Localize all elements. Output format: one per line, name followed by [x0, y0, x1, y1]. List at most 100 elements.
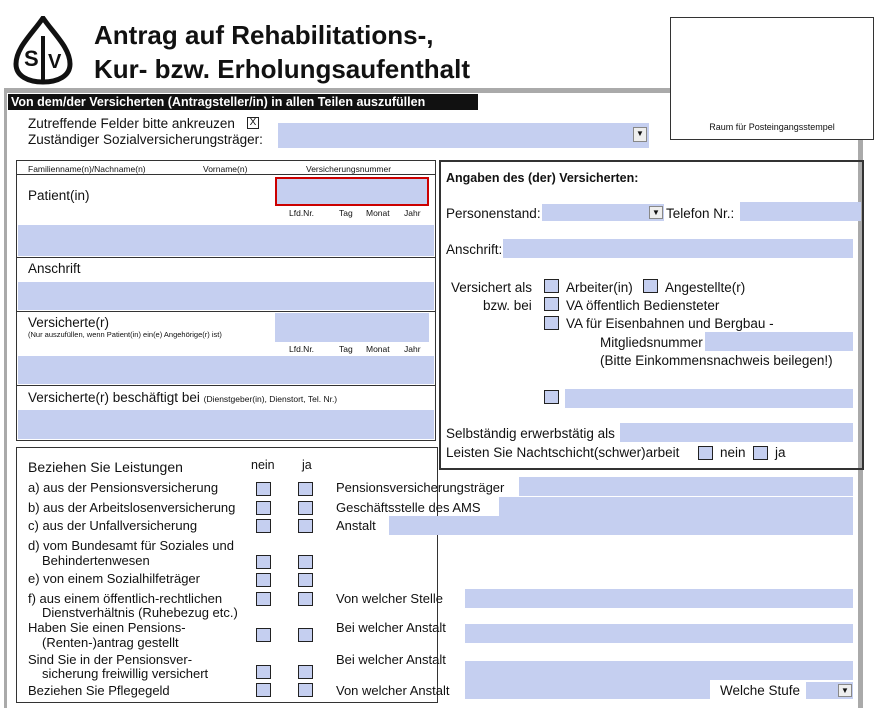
benefit-ja-checkbox[interactable]	[298, 665, 313, 679]
benefit-right-field[interactable]	[499, 497, 853, 516]
employer-field[interactable]	[18, 410, 434, 439]
benefit-right-label: Bei welcher Anstalt	[336, 652, 446, 667]
einkommen-note: (Bitte Einkommensnachweis beilegen!)	[600, 353, 833, 368]
benefit-row-label: b) aus der Arbeitslosenversicherung	[28, 500, 236, 515]
benefit-nein-checkbox[interactable]	[256, 482, 271, 496]
employed-label: Versicherte(r) beschäftigt bei (Dienstge…	[28, 390, 337, 405]
benefit-right-label: Pensionsversicherungsträger	[336, 480, 505, 495]
benefit-row-label-cont: Behindertenwesen	[42, 553, 150, 568]
stufe-label: Welche Stufe	[720, 683, 801, 698]
mitglied-field[interactable]	[705, 332, 853, 351]
chevron-down-icon[interactable]: ▼	[633, 127, 647, 142]
patient-svn-field[interactable]	[275, 177, 429, 206]
benefit-right-field[interactable]	[465, 680, 710, 699]
versichert-als-label: Versichert als	[451, 280, 533, 295]
benefits-heading: Beziehen Sie Leistungen	[28, 459, 183, 475]
patient-lfd-label: Lfd.Nr.	[289, 208, 315, 218]
benefit-row-label: f) aus einem öffentlich-rechtlichen	[28, 591, 223, 606]
benefits-ja-header: ja	[302, 458, 312, 472]
insurer-select[interactable]: ▼	[278, 123, 649, 148]
benefit-ja-checkbox[interactable]	[298, 573, 313, 587]
employed-label-text: Versicherte(r) beschäftigt bei	[28, 390, 200, 405]
versicherte-note: (Nur auszufüllen, wenn Patient(in) ein(e…	[28, 330, 222, 339]
page-title-line2: Kur- bzw. Erholungsaufenthalt	[94, 54, 471, 84]
col-svn-header: Versicherungsnummer	[306, 164, 392, 174]
benefit-nein-checkbox[interactable]	[256, 555, 271, 569]
benefit-ja-checkbox[interactable]	[298, 482, 313, 496]
stufe-select[interactable]: ▼	[806, 682, 853, 699]
benefit-ja-checkbox[interactable]	[298, 628, 313, 642]
logo-icon: S V	[12, 13, 74, 86]
benefit-right-field[interactable]	[519, 477, 853, 496]
versicherte-jahr-label: Jahr	[404, 344, 421, 354]
versicherte-name-field[interactable]	[18, 356, 434, 384]
personenstand-label: Personenstand:	[446, 206, 541, 221]
divider	[17, 311, 435, 312]
arbeiter-checkbox[interactable]	[544, 279, 559, 293]
va-oeff-checkbox[interactable]	[544, 297, 559, 311]
benefit-row-label-cont: (Renten-)antrag gestellt	[42, 635, 179, 650]
telefon-label: Telefon Nr.:	[666, 206, 735, 221]
benefit-ja-checkbox[interactable]	[298, 592, 313, 606]
benefit-right-field[interactable]	[389, 516, 853, 535]
benefit-right-label: Von welcher Stelle	[336, 591, 443, 606]
benefit-row-label: d) vom Bundesamt für Soziales und	[28, 538, 234, 553]
benefit-right-field[interactable]	[465, 624, 853, 643]
benefit-ja-checkbox[interactable]	[298, 683, 313, 697]
check-hint-box: X	[247, 117, 259, 129]
versicherte-monat-label: Monat	[366, 344, 390, 354]
stamp-box: Raum für Posteingangsstempel	[670, 17, 874, 140]
col-vorname-header: Vorname(n)	[203, 164, 248, 174]
banner: Von dem/der Versicherten (Antragsteller/…	[8, 94, 478, 110]
benefit-row-label-cont: sicherung freiwillig versichert	[42, 666, 209, 681]
benefit-nein-checkbox[interactable]	[256, 592, 271, 606]
anschrift-field[interactable]	[18, 282, 434, 310]
page-title-line1: Antrag auf Rehabilitations-,	[94, 20, 434, 50]
check-hint-mark: X	[249, 117, 257, 128]
check-hint: Zutreffende Felder bitte ankreuzen	[28, 116, 235, 131]
benefit-row-label-cont: Dienstverhältnis (Ruhebezug etc.)	[42, 605, 238, 620]
patient-name-field[interactable]	[18, 225, 434, 256]
benefit-ja-checkbox[interactable]	[298, 519, 313, 533]
versicherte-label: Versicherte(r)	[28, 315, 110, 330]
insured-title: Angaben des (der) Versicherten:	[446, 171, 639, 185]
versicherte-lfd-label: Lfd.Nr.	[289, 344, 315, 354]
benefit-row-label: c) aus der Unfallversicherung	[28, 518, 198, 533]
col-name-header: Familienname(n)/Nachname(n)	[28, 164, 146, 174]
telefon-field[interactable]	[740, 202, 861, 221]
insurer-label: Zuständiger Sozialversicherungsträger:	[28, 132, 263, 147]
benefit-row-label: Sind Sie in der Pensionsver-	[28, 652, 193, 667]
versicherte-svn-field[interactable]	[275, 313, 429, 342]
benefit-nein-checkbox[interactable]	[256, 519, 271, 533]
selbst-field[interactable]	[620, 423, 853, 442]
personenstand-select[interactable]: ▼	[542, 204, 664, 221]
divider	[17, 257, 435, 258]
chevron-down-icon[interactable]: ▼	[649, 206, 663, 219]
benefit-ja-checkbox[interactable]	[298, 555, 313, 569]
benefit-nein-checkbox[interactable]	[256, 665, 271, 679]
benefit-nein-checkbox[interactable]	[256, 573, 271, 587]
other-field[interactable]	[565, 389, 853, 408]
nacht-nein-checkbox[interactable]	[698, 446, 713, 460]
bzw-bei-label: bzw. bei	[483, 298, 532, 313]
other-checkbox[interactable]	[544, 390, 559, 404]
nacht-nein-label: nein	[720, 445, 746, 460]
benefit-nein-checkbox[interactable]	[256, 501, 271, 515]
benefit-right-field[interactable]	[465, 589, 853, 608]
benefit-right-label: Bei welcher Anstalt	[336, 620, 446, 635]
anschrift-right-field[interactable]	[503, 239, 853, 258]
benefit-row-label: Haben Sie einen Pensions-	[28, 620, 186, 635]
benefit-ja-checkbox[interactable]	[298, 501, 313, 515]
va-eisen-checkbox[interactable]	[544, 316, 559, 330]
patient-monat-label: Monat	[366, 208, 390, 218]
nacht-ja-checkbox[interactable]	[753, 446, 768, 460]
chevron-down-icon[interactable]: ▼	[838, 684, 852, 697]
divider	[17, 385, 435, 386]
angestellte-checkbox[interactable]	[643, 279, 658, 293]
benefit-nein-checkbox[interactable]	[256, 683, 271, 697]
benefit-nein-checkbox[interactable]	[256, 628, 271, 642]
benefit-right-field[interactable]	[465, 661, 853, 680]
benefit-right-label: Geschäftsstelle des AMS	[336, 500, 481, 515]
selbst-label: Selbständig erwerbstätig als	[446, 426, 615, 441]
mitglied-label: Mitgliedsnummer	[600, 335, 703, 350]
